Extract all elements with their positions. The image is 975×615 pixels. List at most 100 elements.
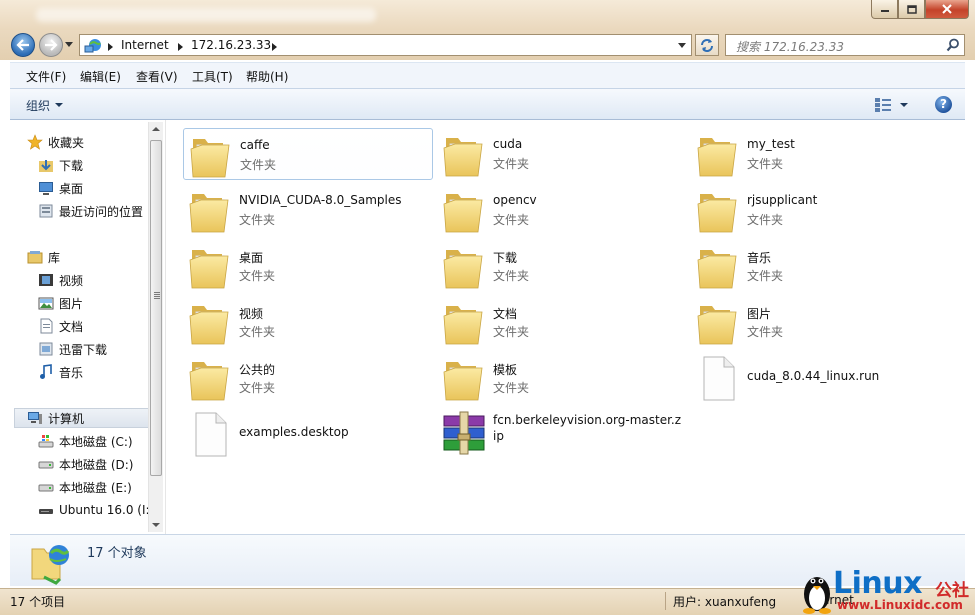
file-item[interactable]: 下载 文件夹	[437, 240, 687, 292]
command-bar: 组织 ?	[10, 88, 965, 120]
title-bar[interactable]	[0, 0, 975, 30]
close-button[interactable]	[925, 0, 969, 19]
network-globe-icon	[84, 39, 101, 53]
menu-help[interactable]: 帮助(H)	[246, 68, 288, 85]
file-name: 公共的	[239, 363, 276, 377]
navigation-scrollbar[interactable]	[148, 122, 163, 532]
nav-drive-d[interactable]: 本地磁盘 (D:)	[38, 454, 133, 474]
search-icon[interactable]	[946, 38, 960, 52]
file-type: 文件夹	[240, 158, 277, 172]
nav-drive-c[interactable]: 本地磁盘 (C:)	[38, 431, 133, 451]
file-item[interactable]: NVIDIA_CUDA-8.0_Samples 文件夹	[183, 184, 433, 236]
breadcrumb-separator-icon[interactable]	[178, 43, 183, 51]
nav-computer[interactable]: 计算机	[27, 408, 84, 428]
file-item[interactable]: 图片 文件夹	[691, 296, 941, 348]
arrow-right-icon	[45, 39, 58, 51]
file-item[interactable]: 桌面 文件夹	[183, 240, 433, 292]
back-button[interactable]	[11, 33, 35, 57]
file-item[interactable]: fcn.berkeleyvision.org-master.zip	[437, 408, 687, 460]
maximize-button[interactable]	[898, 0, 925, 19]
folder-icon	[189, 131, 233, 179]
nav-library-music[interactable]: 音乐	[38, 362, 83, 382]
watermark-url: www.Linuxidc.com	[837, 598, 963, 612]
menu-edit[interactable]: 编辑(E)	[80, 68, 121, 85]
file-item[interactable]: 视频 文件夹	[183, 296, 433, 348]
grip-line	[154, 294, 160, 295]
breadcrumb-host[interactable]: 172.16.23.33	[191, 38, 271, 52]
penguin-icon	[803, 577, 831, 614]
file-item[interactable]: cuda_8.0.44_linux.run	[691, 352, 941, 404]
file-item[interactable]: cuda 文件夹	[437, 128, 687, 180]
nav-favorites-downloads[interactable]: 下载	[38, 155, 83, 175]
file-name: NVIDIA_CUDA-8.0_Samples	[239, 193, 402, 207]
nav-libraries-label: 库	[48, 250, 61, 265]
file-item[interactable]: 音乐 文件夹	[691, 240, 941, 292]
winrar-archive-icon	[442, 410, 486, 458]
nav-favorites[interactable]: 收藏夹	[27, 132, 84, 152]
explorer-window: Internet 172.16.23.33 搜索 172.16.23.33 文件…	[0, 0, 975, 615]
refresh-button[interactable]	[695, 34, 719, 56]
file-item[interactable]: 公共的 文件夹	[183, 352, 433, 404]
nav-library-thunder-downloads[interactable]: 迅雷下载	[38, 339, 107, 359]
file-item[interactable]: examples.desktop	[183, 408, 433, 460]
folder-icon	[188, 298, 232, 346]
maximize-icon	[906, 4, 917, 14]
view-options-dropdown[interactable]	[900, 103, 908, 107]
file-name: rjsupplicant	[747, 193, 818, 207]
search-placeholder: 搜索 172.16.23.33	[736, 40, 844, 54]
change-view-icon[interactable]	[874, 97, 892, 113]
file-type: 文件夹	[239, 325, 276, 339]
menu-view[interactable]: 查看(V)	[136, 68, 178, 85]
nav-drive-e-label: 本地磁盘 (E:)	[59, 480, 132, 495]
nav-library-documents[interactable]: 文档	[38, 316, 83, 336]
recent-places-icon	[39, 204, 53, 218]
file-item[interactable]: 文档 文件夹	[437, 296, 687, 348]
file-type: 文件夹	[239, 213, 276, 227]
help-button[interactable]: ?	[935, 96, 952, 113]
folder-icon	[442, 298, 486, 346]
folder-icon	[696, 298, 740, 346]
address-bar[interactable]: Internet 172.16.23.33	[79, 34, 692, 56]
file-name: examples.desktop	[239, 425, 349, 439]
menu-tools[interactable]: 工具(T)	[192, 68, 233, 85]
nav-libraries[interactable]: 库	[27, 247, 60, 267]
nav-drive-e[interactable]: 本地磁盘 (E:)	[38, 477, 132, 497]
file-item[interactable]: rjsupplicant 文件夹	[691, 184, 941, 236]
search-input[interactable]: 搜索 172.16.23.33	[725, 34, 965, 56]
minimize-icon	[880, 10, 889, 12]
file-name: 视频	[239, 307, 264, 321]
organize-button[interactable]: 组织	[26, 97, 50, 114]
nav-pictures-label: 图片	[59, 296, 84, 311]
nav-desktop-label: 桌面	[59, 181, 84, 196]
nav-drive-d-label: 本地磁盘 (D:)	[59, 457, 134, 472]
file-item[interactable]: opencv 文件夹	[437, 184, 687, 236]
scroll-up-icon[interactable]	[152, 127, 160, 131]
breadcrumb-separator-icon[interactable]	[108, 43, 113, 51]
nav-drive-i[interactable]: Ubuntu 16.0 (I:)	[38, 500, 154, 520]
file-type: 文件夹	[493, 325, 530, 339]
nav-library-videos[interactable]: 视频	[38, 270, 83, 290]
breadcrumb-internet[interactable]: Internet	[121, 38, 169, 52]
file-type: 文件夹	[239, 381, 276, 395]
menu-bar: 文件(F) 编辑(E) 查看(V) 工具(T) 帮助(H)	[10, 62, 965, 88]
file-item[interactable]: caffe 文件夹	[183, 128, 433, 180]
nav-favorites-desktop[interactable]: 桌面	[38, 178, 83, 198]
recent-pages-dropdown[interactable]	[65, 42, 73, 48]
folder-icon	[696, 130, 740, 178]
chevron-down-icon[interactable]	[55, 103, 63, 107]
forward-button[interactable]	[39, 33, 63, 57]
caption-buttons	[871, 0, 969, 20]
scroll-down-icon[interactable]	[152, 523, 160, 527]
breadcrumb-separator-icon[interactable]	[272, 43, 277, 51]
file-item[interactable]: my_test 文件夹	[691, 128, 941, 180]
status-divider	[665, 592, 666, 610]
menu-file[interactable]: 文件(F)	[26, 68, 66, 85]
network-folder-icon	[31, 545, 70, 585]
address-history-dropdown[interactable]	[678, 43, 686, 48]
nav-library-pictures[interactable]: 图片	[38, 293, 83, 313]
nav-favorites-recent[interactable]: 最近访问的位置	[38, 201, 143, 221]
file-item[interactable]: 模板 文件夹	[437, 352, 687, 404]
scrollbar-thumb[interactable]	[150, 140, 162, 476]
video-icon	[39, 274, 53, 286]
minimize-button[interactable]	[871, 0, 898, 19]
